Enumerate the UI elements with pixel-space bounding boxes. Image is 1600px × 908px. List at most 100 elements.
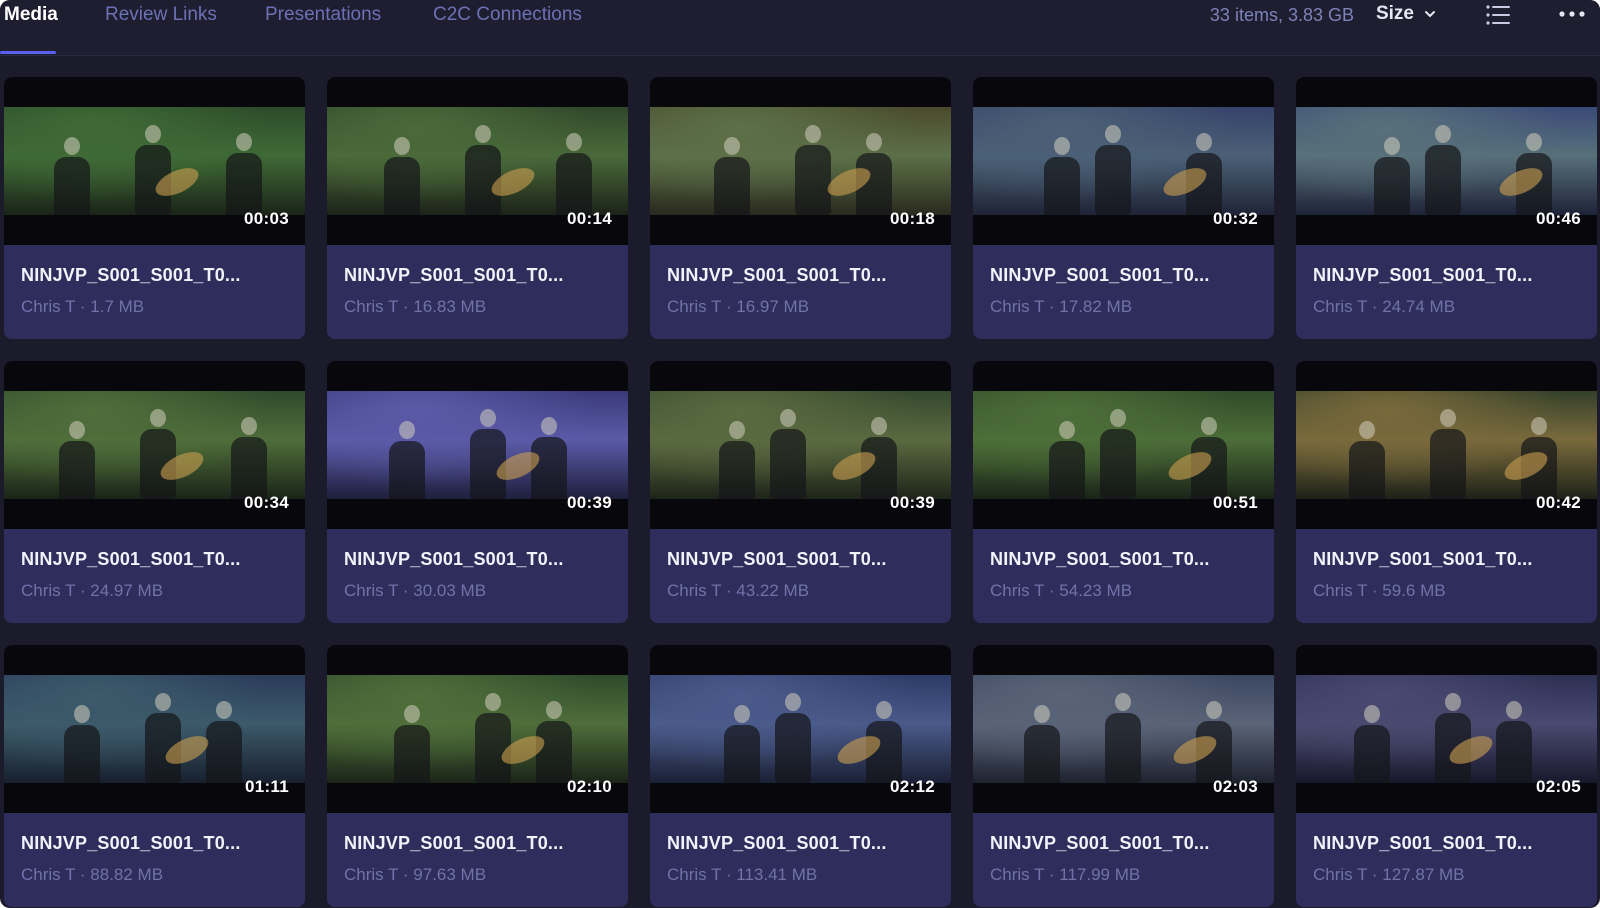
figure-body xyxy=(1425,145,1461,215)
figure-body xyxy=(389,441,425,499)
figure-silhouette xyxy=(64,137,80,155)
figure-silhouette xyxy=(1201,417,1217,435)
card-info: NINJVP_S001_S001_T0... Chris T · 54.23 MB xyxy=(973,529,1274,623)
tab-review-links[interactable]: Review Links xyxy=(105,4,217,26)
media-card[interactable]: 00:39 NINJVP_S001_S001_T0... Chris T · 30.… xyxy=(327,361,628,623)
figure-silhouette xyxy=(1435,125,1451,143)
media-card[interactable]: 02:03 NINJVP_S001_S001_T0... Chris T · 117… xyxy=(973,645,1274,907)
figure-silhouette xyxy=(1110,409,1126,427)
media-card[interactable]: 00:32 NINJVP_S001_S001_T0... Chris T · 17.… xyxy=(973,77,1274,339)
video-duration: 00:39 xyxy=(890,493,935,512)
file-owner: Chris T xyxy=(990,581,1045,600)
figure-body xyxy=(770,429,806,499)
file-size: 16.83 MB xyxy=(413,297,487,316)
figure-silhouette xyxy=(1506,701,1522,719)
meta-separator: · xyxy=(75,581,91,600)
media-card[interactable]: 00:39 NINJVP_S001_S001_T0... Chris T · 43.… xyxy=(650,361,951,623)
file-owner: Chris T xyxy=(1313,297,1368,316)
file-size: 17.82 MB xyxy=(1059,297,1133,316)
media-card[interactable]: 00:18 NINJVP_S001_S001_T0... Chris T · 16.… xyxy=(650,77,951,339)
file-size: 117.99 MB xyxy=(1059,865,1141,884)
file-owner: Chris T xyxy=(667,865,722,884)
file-meta: Chris T · 97.63 MB xyxy=(344,865,486,885)
meta-separator: · xyxy=(721,297,737,316)
file-meta: Chris T · 127.87 MB xyxy=(1313,865,1465,885)
ellipsis-icon[interactable] xyxy=(1558,6,1586,22)
card-info: NINJVP_S001_S001_T0... Chris T · 24.74 MB xyxy=(1296,245,1597,339)
figure-body xyxy=(384,157,420,215)
figure-body xyxy=(1049,441,1085,499)
figure-silhouette xyxy=(1531,417,1547,435)
card-info: NINJVP_S001_S001_T0... Chris T · 24.97 MB xyxy=(4,529,305,623)
figure-silhouette xyxy=(1054,137,1070,155)
meta-separator: · xyxy=(398,865,414,884)
figure-silhouette xyxy=(871,417,887,435)
media-browser: Media Review Links Presentations C2C Con… xyxy=(0,0,1600,908)
thumbnail-frame xyxy=(973,391,1274,499)
video-duration: 01:11 xyxy=(244,777,289,796)
media-card[interactable]: 00:03 NINJVP_S001_S001_T0... Chris T · 1.7… xyxy=(4,77,305,339)
figure-silhouette xyxy=(485,693,501,711)
figure-silhouette xyxy=(876,701,892,719)
list-icon[interactable] xyxy=(1486,4,1510,26)
figure-body xyxy=(724,725,760,783)
file-size: 59.6 MB xyxy=(1382,581,1446,600)
file-owner: Chris T xyxy=(21,581,76,600)
file-owner: Chris T xyxy=(344,581,399,600)
thumbnail-frame xyxy=(327,391,628,499)
meta-separator: · xyxy=(75,865,91,884)
media-card[interactable]: 00:46 NINJVP_S001_S001_T0... Chris T · 24.… xyxy=(1296,77,1597,339)
media-card[interactable]: 00:51 NINJVP_S001_S001_T0... Chris T · 54.… xyxy=(973,361,1274,623)
file-name: NINJVP_S001_S001_T0... xyxy=(21,833,241,853)
file-owner: Chris T xyxy=(1313,581,1368,600)
tab-presentations[interactable]: Presentations xyxy=(265,4,381,26)
video-duration: 00:32 xyxy=(1213,209,1258,228)
media-card[interactable]: 00:42 NINJVP_S001_S001_T0... Chris T · 59.… xyxy=(1296,361,1597,623)
sort-dropdown[interactable]: Size xyxy=(1376,3,1436,25)
figure-silhouette xyxy=(69,421,85,439)
tab-media[interactable]: Media xyxy=(4,4,58,26)
file-size: 43.22 MB xyxy=(736,581,810,600)
media-card[interactable]: 02:05 NINJVP_S001_S001_T0... Chris T · 127… xyxy=(1296,645,1597,907)
file-name: NINJVP_S001_S001_T0... xyxy=(1313,549,1533,569)
file-meta: Chris T · 117.99 MB xyxy=(990,865,1140,885)
media-card[interactable]: 01:11 NINJVP_S001_S001_T0... Chris T · 88.… xyxy=(4,645,305,907)
video-thumbnail: 02:12 xyxy=(650,645,951,813)
figure-silhouette xyxy=(150,409,166,427)
figure-body xyxy=(795,145,831,215)
file-owner: Chris T xyxy=(344,297,399,316)
thumbnail-frame xyxy=(4,675,305,783)
video-thumbnail: 00:32 xyxy=(973,77,1274,245)
file-name: NINJVP_S001_S001_T0... xyxy=(21,265,241,285)
file-owner: Chris T xyxy=(990,297,1045,316)
video-thumbnail: 00:46 xyxy=(1296,77,1597,245)
figure-silhouette xyxy=(724,137,740,155)
figure-silhouette xyxy=(1196,133,1212,151)
file-name: NINJVP_S001_S001_T0... xyxy=(1313,265,1533,285)
media-card[interactable]: 02:10 NINJVP_S001_S001_T0... Chris T · 97.… xyxy=(327,645,628,907)
thumbnail-frame xyxy=(650,107,951,215)
sort-label: Size xyxy=(1375,3,1414,24)
card-info: NINJVP_S001_S001_T0... Chris T · 127.87 M… xyxy=(1296,813,1597,907)
thumbnail-frame xyxy=(650,391,951,499)
figure-silhouette xyxy=(1206,701,1222,719)
figure-body xyxy=(1024,725,1060,783)
tab-c2c-connections[interactable]: C2C Connections xyxy=(433,4,582,26)
video-duration: 02:05 xyxy=(1536,777,1581,796)
figure-silhouette xyxy=(1526,133,1542,151)
figure-silhouette xyxy=(780,409,796,427)
figure-silhouette xyxy=(399,421,415,439)
video-thumbnail: 00:51 xyxy=(973,361,1274,529)
file-size: 97.63 MB xyxy=(413,865,487,884)
file-size: 24.97 MB xyxy=(90,581,164,600)
media-card[interactable]: 00:34 NINJVP_S001_S001_T0... Chris T · 24.… xyxy=(4,361,305,623)
figure-body xyxy=(1100,429,1136,499)
video-duration: 00:42 xyxy=(1536,493,1581,512)
figure-silhouette xyxy=(394,137,410,155)
card-info: NINJVP_S001_S001_T0... Chris T · 1.7 MB xyxy=(4,245,305,339)
thumbnail-frame xyxy=(973,675,1274,783)
file-owner: Chris T xyxy=(21,297,76,316)
media-card[interactable]: 00:14 NINJVP_S001_S001_T0... Chris T · 16.… xyxy=(327,77,628,339)
figure-silhouette xyxy=(404,705,420,723)
media-card[interactable]: 02:12 NINJVP_S001_S001_T0... Chris T · 113… xyxy=(650,645,951,907)
